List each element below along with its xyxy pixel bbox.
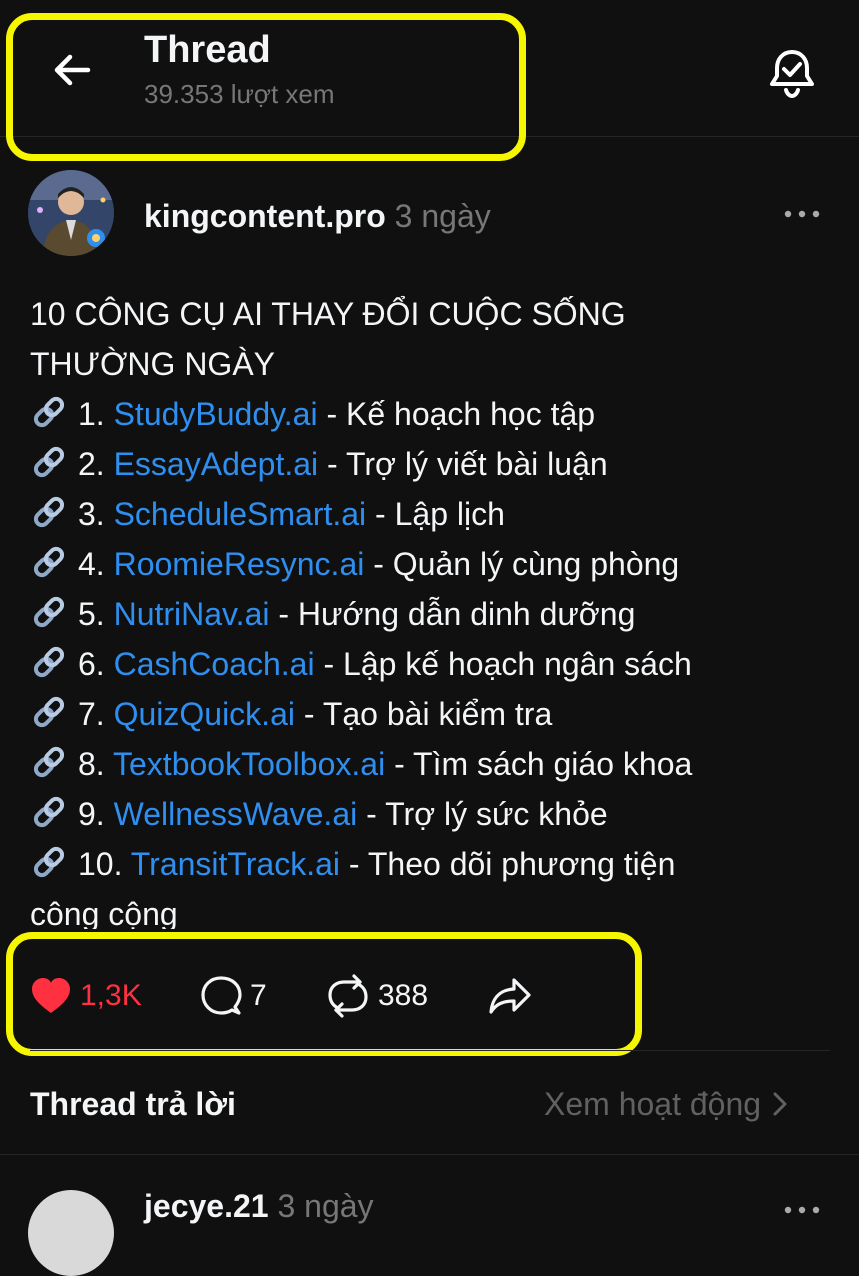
reply-author-name[interactable]: jecye.21 <box>144 1188 269 1224</box>
item-number: 10. <box>78 846 123 882</box>
highlight-box-header <box>6 13 526 161</box>
item-number: 9. <box>78 796 105 832</box>
post-heading-line2: THƯỜNG NGÀY <box>30 346 275 382</box>
item-number: 5. <box>78 596 105 632</box>
list-item: 4. RoomieResync.ai - Quản lý cùng phòng <box>30 539 830 589</box>
link-icon <box>33 496 65 528</box>
item-number: 3. <box>78 496 105 532</box>
item-link[interactable]: RoomieResync.ai <box>114 546 365 582</box>
post-author[interactable]: kingcontent.pro 3 ngày <box>144 196 491 236</box>
author-name[interactable]: kingcontent.pro <box>144 198 386 234</box>
link-icon <box>33 746 65 778</box>
bell-check-icon[interactable] <box>764 44 820 100</box>
item-link[interactable]: CashCoach.ai <box>114 646 315 682</box>
item-description: - Tạo bài kiểm tra <box>294 696 553 732</box>
item-link[interactable]: QuizQuick.ai <box>114 696 295 732</box>
list-item: 10. TransitTrack.ai - Theo dõi phương ti… <box>30 839 830 889</box>
item-number: 6. <box>78 646 105 682</box>
item-number: 7. <box>78 696 105 732</box>
reply-author[interactable]: jecye.21 3 ngày <box>144 1186 374 1226</box>
item-number: 1. <box>78 396 105 432</box>
item-description: - Theo dõi phương tiện <box>340 846 676 882</box>
item-link[interactable]: WellnessWave.ai <box>114 796 358 832</box>
link-icon <box>33 596 65 628</box>
item-description: - Trợ lý viết bài luận <box>318 446 608 482</box>
item-link[interactable]: TextbookToolbox.ai <box>113 746 385 782</box>
item-description: - Kế hoạch học tập <box>317 396 596 432</box>
link-icon <box>33 396 65 428</box>
divider <box>0 1154 859 1155</box>
link-icon <box>33 696 65 728</box>
item-description: - Hướng dẫn dinh dưỡng <box>269 596 636 632</box>
item-link[interactable]: StudyBuddy.ai <box>114 396 318 432</box>
link-icon <box>33 796 65 828</box>
list-item: 7. QuizQuick.ai - Tạo bài kiểm tra <box>30 689 830 739</box>
item-link[interactable]: NutriNav.ai <box>114 596 270 632</box>
list-item: 9. WellnessWave.ai - Trợ lý sức khỏe <box>30 789 830 839</box>
item-number: 2. <box>78 446 105 482</box>
item-number: 4. <box>78 546 105 582</box>
list-item: 1. StudyBuddy.ai - Kế hoạch học tập <box>30 389 830 439</box>
item-description: - Lập kế hoạch ngân sách <box>314 646 692 682</box>
reply-avatar[interactable] <box>28 1190 114 1276</box>
item-number: 8. <box>78 746 105 782</box>
avatar[interactable] <box>28 170 114 256</box>
item-link[interactable]: TransitTrack.ai <box>131 846 340 882</box>
list-item: 5. NutriNav.ai - Hướng dẫn dinh dưỡng <box>30 589 830 639</box>
item-link[interactable]: ScheduleSmart.ai <box>114 496 367 532</box>
replies-title: Thread trả lời <box>30 1086 236 1122</box>
more-options-icon[interactable] <box>780 200 824 228</box>
link-icon <box>33 646 65 678</box>
item-link[interactable]: EssayAdept.ai <box>114 446 319 482</box>
list-item: 6. CashCoach.ai - Lập kế hoạch ngân sách <box>30 639 830 689</box>
link-icon <box>33 846 65 878</box>
more-options-icon[interactable] <box>780 1196 824 1224</box>
item-description: - Tìm sách giáo khoa <box>385 746 693 782</box>
link-icon <box>33 446 65 478</box>
post-time: 3 ngày <box>394 198 491 234</box>
item-description: - Lập lịch <box>366 496 505 532</box>
item-description: - Trợ lý sức khỏe <box>357 796 608 832</box>
post-body: 10 CÔNG CỤ AI THAY ĐỔI CUỘC SỐNG THƯỜNG … <box>30 289 830 929</box>
item-description: - Quản lý cùng phòng <box>364 546 680 582</box>
reply-time: 3 ngày <box>277 1188 374 1224</box>
post-heading-line1: 10 CÔNG CỤ AI THAY ĐỔI CUỘC SỐNG <box>30 296 626 332</box>
post-last-line: công cộng <box>30 896 178 929</box>
view-activity-label: Xem hoạt động <box>544 1086 762 1122</box>
list-item: 2. EssayAdept.ai - Trợ lý viết bài luận <box>30 439 830 489</box>
highlight-box-actions <box>6 932 642 1056</box>
chevron-right-icon <box>773 1092 787 1116</box>
link-icon <box>33 546 65 578</box>
list-item: 8. TextbookToolbox.ai - Tìm sách giáo kh… <box>30 739 830 789</box>
list-item: 3. ScheduleSmart.ai - Lập lịch <box>30 489 830 539</box>
view-activity-link[interactable]: Xem hoạt động <box>544 1082 793 1126</box>
divider <box>30 1050 830 1051</box>
